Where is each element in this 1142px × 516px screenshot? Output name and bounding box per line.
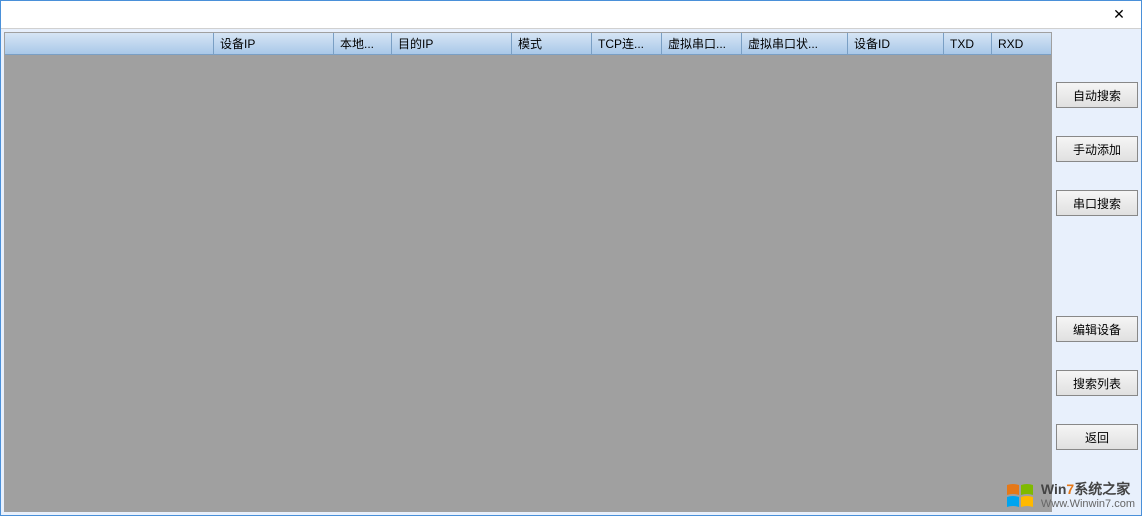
column-header-tcp-conn[interactable]: TCP连... [592, 33, 662, 54]
edit-device-button[interactable]: 编辑设备 [1056, 316, 1138, 342]
side-button-panel: 自动搜索 手动添加 串口搜索 编辑设备 搜索列表 返回 [1056, 32, 1138, 512]
column-header-device-id[interactable]: 设备ID [848, 33, 944, 54]
column-header-mode[interactable]: 模式 [512, 33, 592, 54]
column-header-virtual-serial[interactable]: 虚拟串口... [662, 33, 742, 54]
table-body-empty [5, 55, 1051, 511]
serial-search-button[interactable]: 串口搜索 [1056, 190, 1138, 216]
column-header-txd[interactable]: TXD [944, 33, 992, 54]
close-icon: ✕ [1113, 6, 1125, 23]
back-button[interactable]: 返回 [1056, 424, 1138, 450]
column-header-device-ip[interactable]: 设备IP [214, 33, 334, 54]
titlebar: ✕ [1, 1, 1141, 29]
table-header-row: 设备IP 本地... 目的IP 模式 TCP连... 虚拟串口... 虚拟串口状… [5, 33, 1051, 55]
search-list-button[interactable]: 搜索列表 [1056, 370, 1138, 396]
column-header-virtual-serial-status[interactable]: 虚拟串口状... [742, 33, 848, 54]
manual-add-button[interactable]: 手动添加 [1056, 136, 1138, 162]
column-header-local[interactable]: 本地... [334, 33, 392, 54]
column-header-dest-ip[interactable]: 目的IP [392, 33, 512, 54]
close-button[interactable]: ✕ [1097, 1, 1141, 29]
column-header-rxd[interactable]: RXD [992, 33, 1040, 54]
column-header-first[interactable] [5, 33, 214, 54]
auto-search-button[interactable]: 自动搜索 [1056, 82, 1138, 108]
main-window: ✕ 设备IP 本地... 目的IP 模式 TCP连... 虚拟串口... 虚拟串… [0, 0, 1142, 516]
device-table-panel: 设备IP 本地... 目的IP 模式 TCP连... 虚拟串口... 虚拟串口状… [4, 32, 1052, 512]
content-area: 设备IP 本地... 目的IP 模式 TCP连... 虚拟串口... 虚拟串口状… [1, 29, 1141, 515]
